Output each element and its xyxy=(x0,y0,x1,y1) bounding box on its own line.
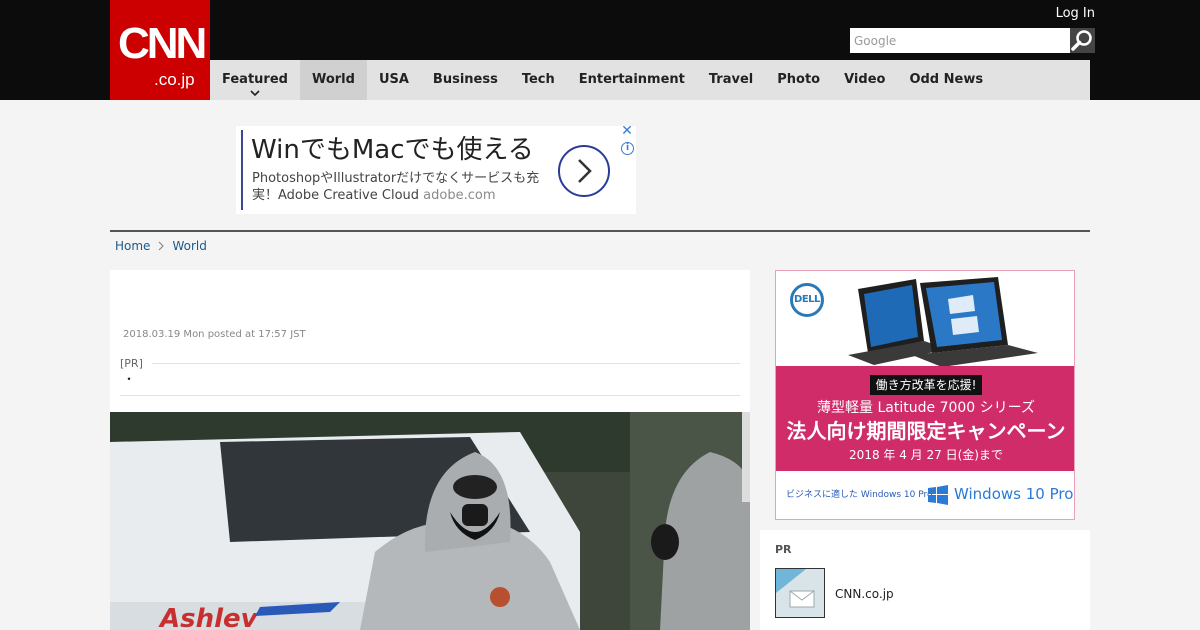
pr-box-label: PR xyxy=(775,543,792,556)
main-nav: Featured World USA Business Tech Enterta… xyxy=(210,60,1090,100)
ad-arrow-button[interactable] xyxy=(558,145,610,197)
ad-footer-left: ビジネスに適した Windows 10 Pro。 xyxy=(786,490,942,500)
ad-line-3: 2018 年 4 月 27 日(金)まで xyxy=(849,448,1003,462)
nav-item-usa[interactable]: USA xyxy=(367,60,421,100)
logo-main-text: CNN xyxy=(118,19,207,68)
pr-link[interactable]: ・ xyxy=(123,372,135,386)
search-input[interactable] xyxy=(850,28,1070,53)
laptop-illustration xyxy=(848,277,1038,367)
breadcrumb-home[interactable]: Home xyxy=(115,238,150,254)
ad-domain: adobe.com xyxy=(423,188,496,203)
pr-sidebar-box: PR CNN.co.jp xyxy=(760,530,1090,630)
article-dateline: 2018.03.19 Mon posted at 17:57 JST xyxy=(123,329,306,340)
search-icon xyxy=(1071,30,1092,51)
nav-item-odd-news[interactable]: Odd News xyxy=(897,60,995,100)
ad-tag: 働き方改革を応援! xyxy=(870,375,982,395)
nav-item-label: Featured xyxy=(222,72,288,87)
site-header: CNN .co.jp Log In Featured World USA Bus… xyxy=(0,0,1200,100)
breadcrumb-divider xyxy=(110,230,1090,232)
logo-sub-text: .co.jp xyxy=(154,70,195,89)
ad-headline: WinでもMacでも使える xyxy=(251,135,534,165)
article-card: 2018.03.19 Mon posted at 17:57 JST [PR] … xyxy=(110,270,750,630)
ad-line-1: 薄型軽量 Latitude 7000 シリーズ xyxy=(817,400,1035,416)
nav-item-entertainment[interactable]: Entertainment xyxy=(567,60,697,100)
pr-item-name[interactable]: CNN.co.jp xyxy=(835,587,894,602)
pr-item-thumbnail[interactable] xyxy=(775,568,825,618)
breadcrumb: Home World xyxy=(115,238,207,254)
pr-divider-bottom xyxy=(120,395,740,396)
chevron-right-icon xyxy=(159,241,165,251)
search-button[interactable] xyxy=(1070,28,1095,53)
login-link[interactable]: Log In xyxy=(1056,6,1095,22)
hazmat-photo-illustration: Ashlev xyxy=(110,412,750,630)
breadcrumb-world[interactable]: World xyxy=(172,238,206,254)
nav-item-featured[interactable]: Featured xyxy=(210,60,300,100)
ad-body-text: PhotoshopやIllustratorだけでなくサービスも充実！Adobe … xyxy=(252,171,540,203)
nav-item-tech[interactable]: Tech xyxy=(510,60,567,100)
ad-footer-right: Windows 10 Pro xyxy=(954,485,1074,503)
ad-body: PhotoshopやIllustratorだけでなくサービスも充実！Adobe … xyxy=(252,170,552,204)
dell-logo: DELL xyxy=(790,283,824,317)
chevron-right-icon xyxy=(578,159,592,183)
pr-label: [PR] xyxy=(120,357,143,370)
windows-logo-icon xyxy=(928,485,948,505)
info-icon[interactable]: i xyxy=(621,142,634,155)
top-ad-banner[interactable]: WinでもMacでも使える PhotoshopやIllustratorだけでなく… xyxy=(236,124,636,214)
pr-divider xyxy=(152,363,740,364)
nav-item-travel[interactable]: Travel xyxy=(697,60,765,100)
nav-item-world[interactable]: World xyxy=(299,60,367,100)
cnn-logo[interactable]: CNN .co.jp xyxy=(110,0,210,100)
article-photo: Ashlev xyxy=(110,412,750,630)
dell-side-ad[interactable]: DELL 働き方改革を応援! 薄型軽量 Latitude 7000 シリーズ 法… xyxy=(775,270,1075,520)
ad-accent-bar xyxy=(241,130,243,210)
ad-line-2: 法人向け期間限定キャンペーン xyxy=(786,419,1066,443)
svg-text:Ashlev: Ashlev xyxy=(158,604,259,630)
nav-item-business[interactable]: Business xyxy=(421,60,510,100)
chevron-down-icon xyxy=(250,90,260,96)
mail-thumbnail-icon xyxy=(776,569,824,617)
close-icon[interactable]: ✕ xyxy=(620,124,634,138)
nav-item-photo[interactable]: Photo xyxy=(765,60,832,100)
nav-item-video[interactable]: Video xyxy=(832,60,897,100)
